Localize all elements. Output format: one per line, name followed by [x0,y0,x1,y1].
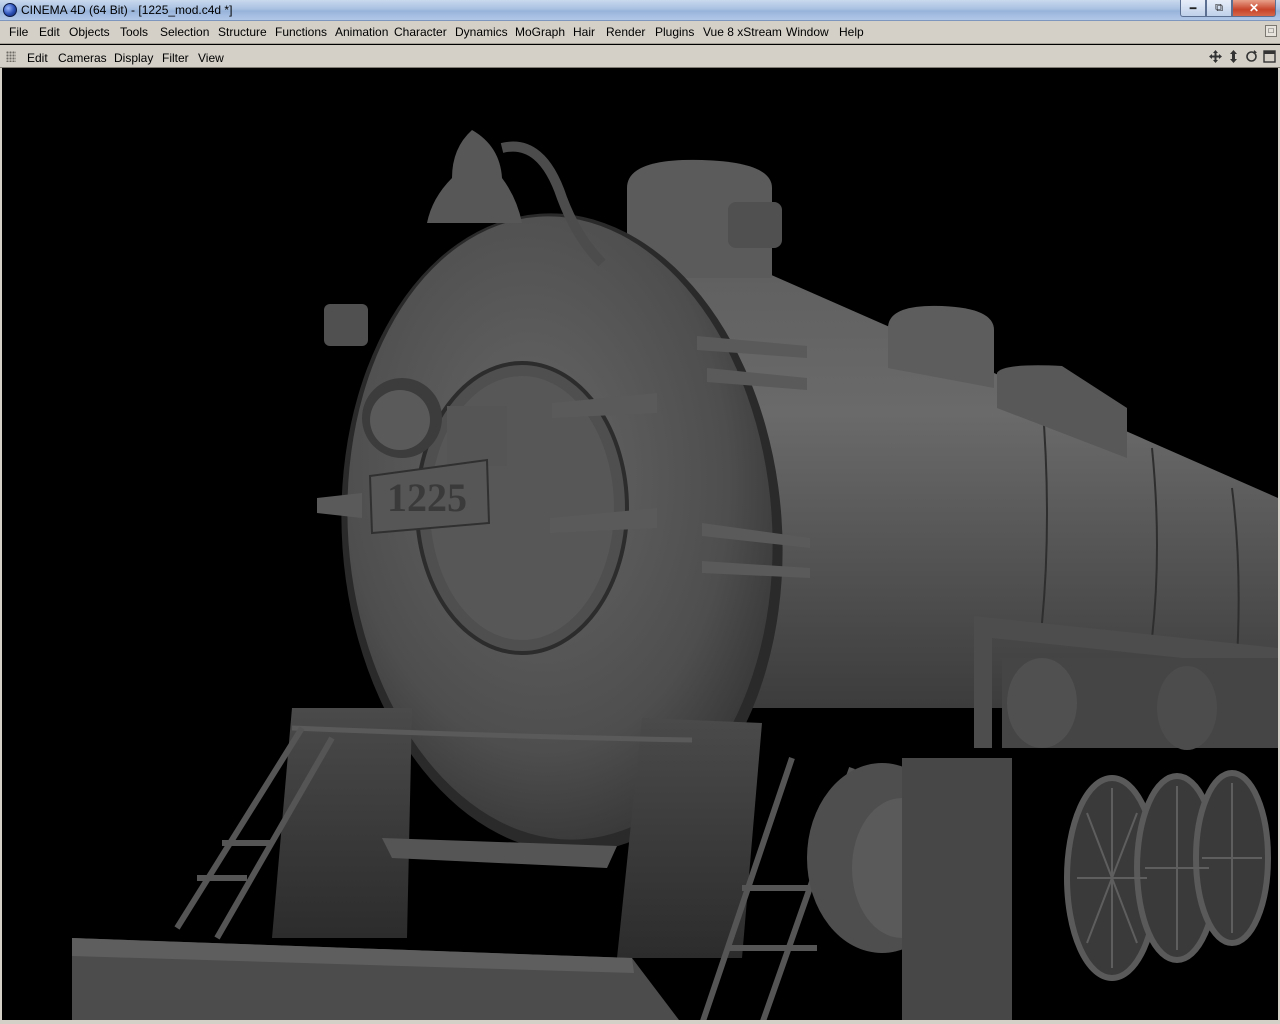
menu-hair[interactable]: Hair [573,25,595,39]
viewport-nav-icons [1208,49,1276,63]
cylinder [807,758,1012,1024]
menu-structure[interactable]: Structure [218,25,267,39]
menu-dynamics[interactable]: Dynamics [455,25,508,39]
maximize-view-icon[interactable] [1262,49,1276,63]
main-menu-bar: File Edit Objects Tools Selection Struct… [0,21,1280,44]
menu-file[interactable]: File [9,25,28,39]
menu-vue-xstream[interactable]: Vue 8 xStream [703,25,782,39]
minimize-button[interactable]: ━ [1180,0,1206,17]
driving-wheels [1064,770,1271,981]
viewport-menu-bar: Edit Cameras Display Filter View [0,45,1280,68]
viewport-menu-view[interactable]: View [198,51,224,65]
viewport-menu-cameras[interactable]: Cameras [58,51,107,65]
grip-handle-icon[interactable] [6,51,16,62]
restore-icon: ⧉ [1215,1,1223,14]
move-view-icon[interactable] [1208,49,1222,63]
rotate-view-icon[interactable] [1244,49,1258,63]
menu-window[interactable]: Window [786,25,829,39]
menu-functions[interactable]: Functions [275,25,327,39]
viewport-menu-edit[interactable]: Edit [27,51,48,65]
menu-objects[interactable]: Objects [69,25,110,39]
menu-tools[interactable]: Tools [120,25,148,39]
menu-animation[interactable]: Animation [335,25,388,39]
cinema4d-icon [3,3,17,17]
locomotive-render: 1225 [72,130,1278,1024]
layout-toggle-icon[interactable]: □ [1265,25,1277,37]
menu-help[interactable]: Help [839,25,864,39]
menu-plugins[interactable]: Plugins [655,25,694,39]
title-bar: CINEMA 4D (64 Bit) - [1225_mod.c4d *] ━ … [0,0,1280,21]
close-button[interactable]: ✕ [1232,0,1276,17]
minimize-icon: ━ [1189,2,1197,15]
restore-button[interactable]: ⧉ [1206,0,1232,17]
zoom-view-icon[interactable] [1226,49,1240,63]
menu-selection[interactable]: Selection [160,25,209,39]
close-icon: ✕ [1248,1,1260,15]
menu-character[interactable]: Character [394,25,447,39]
viewport-menu-display[interactable]: Display [114,51,153,65]
menu-render[interactable]: Render [606,25,645,39]
viewport-menu-filter[interactable]: Filter [162,51,189,65]
menu-edit[interactable]: Edit [39,25,60,39]
number-plate-label: 1225 [387,475,467,520]
3d-viewport[interactable]: 1225 [0,68,1280,1024]
window-title: CINEMA 4D (64 Bit) - [1225_mod.c4d *] [21,3,233,17]
menu-mograph[interactable]: MoGraph [515,25,565,39]
window-controls: ━ ⧉ ✕ [1180,0,1276,18]
bottom-border [0,1020,1280,1024]
